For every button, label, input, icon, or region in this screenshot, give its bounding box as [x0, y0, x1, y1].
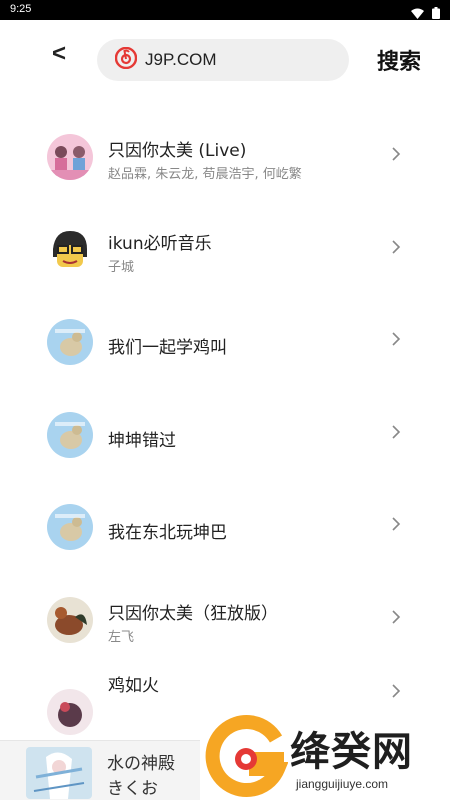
search-button[interactable]: 搜索 [377, 44, 421, 76]
search-input[interactable] [145, 50, 315, 70]
player-title: 水の神殿 [107, 754, 175, 774]
list-item[interactable]: 只因你太美 (Live) 赵品霖, 朱云龙, 苟晨浩宇, 何屹繁 [0, 110, 450, 203]
chevron-right-icon [391, 516, 401, 536]
song-title: 坤坤错过 [108, 430, 176, 451]
watermark: 绛癸网 jiangguijiuye.com [200, 715, 450, 800]
song-title: ikun必听音乐 [108, 233, 212, 254]
song-artist: 赵品霖, 朱云龙, 苟晨浩宇, 何屹繁 [108, 167, 302, 182]
cover-image [47, 134, 93, 180]
player-artist: きくお [107, 779, 158, 799]
player-cover-image [26, 747, 92, 799]
list-item[interactable]: 我在东北玩坤巴 [0, 480, 450, 573]
cover-image [47, 689, 93, 735]
list-item[interactable]: 我们一起学鸡叫 [0, 295, 450, 388]
song-title: 我在东北玩坤巴 [108, 523, 227, 543]
chevron-right-icon [391, 424, 401, 444]
cover-image [47, 504, 93, 550]
chevron-right-icon [391, 239, 401, 259]
list-item[interactable]: ikun必听音乐 子城 [0, 203, 450, 296]
netease-music-icon [114, 46, 138, 73]
mini-player[interactable]: 水の神殿 きくお [0, 740, 200, 800]
chevron-right-icon [391, 609, 401, 629]
search-header: < 搜索 [0, 20, 450, 100]
cover-image [47, 319, 93, 365]
cover-image [47, 596, 93, 643]
cover-image [47, 226, 93, 273]
song-artist: 子城 [108, 259, 135, 275]
chevron-right-icon [391, 331, 401, 351]
status-bar: 9:25 [0, 0, 450, 20]
chevron-right-icon [391, 683, 401, 703]
watermark-text: 绛癸网 [290, 729, 413, 775]
song-title: 只因你太美（狂放版） [108, 603, 278, 624]
song-title: 鸡如火 [108, 676, 159, 696]
result-list: 只因你太美 (Live) 赵品霖, 朱云龙, 苟晨浩宇, 何屹繁 ikun必听音… [0, 110, 450, 758]
status-time: 9:25 [10, 3, 32, 15]
song-artist: 左飞 [108, 629, 135, 645]
list-item[interactable]: 坤坤错过 [0, 388, 450, 481]
cover-image [47, 411, 93, 458]
watermark-url: jiangguijiuye.com [296, 777, 389, 791]
list-item[interactable]: 只因你太美（狂放版） 左飞 [0, 573, 450, 666]
song-title: 我们一起学鸡叫 [108, 338, 227, 358]
back-button[interactable]: < [52, 40, 66, 68]
song-title: 只因你太美 (Live) [108, 141, 247, 161]
chevron-right-icon [391, 146, 401, 166]
search-box[interactable] [97, 39, 349, 81]
